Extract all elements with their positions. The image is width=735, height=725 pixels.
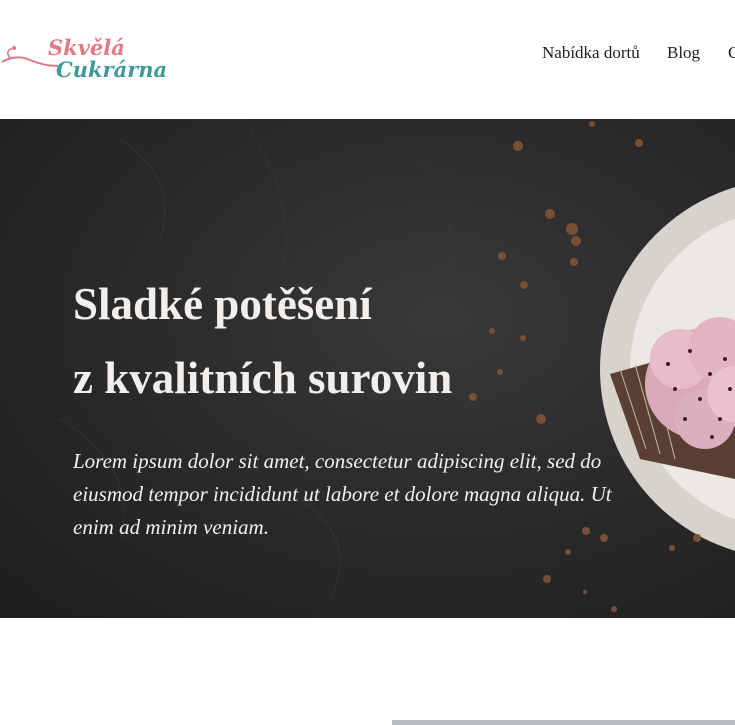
hero-description: Lorem ipsum dolor sit amet, consectetur … <box>73 449 612 539</box>
hero-title-line2: z kvalitních surovin <box>73 353 453 404</box>
nav-item-truncated[interactable]: C <box>728 43 735 63</box>
site-header: Skvělá Cukrárna Nabídka dortů Blog C <box>0 0 735 119</box>
next-section-image-edge <box>392 720 735 725</box>
logo-text-line2: Cukrárna <box>56 57 168 82</box>
logo-text-line1: Skvělá <box>48 35 125 60</box>
site-logo[interactable]: Skvělá Cukrárna <box>0 30 170 85</box>
hero-title-line1: Sladké potěšení <box>73 279 372 330</box>
nav-item-blog[interactable]: Blog <box>667 43 700 63</box>
nav-item-nabidka-dortu[interactable]: Nabídka dortů <box>542 43 640 63</box>
hero-section: Sladké potěšení z kvalitních surovin Lor… <box>0 119 735 618</box>
